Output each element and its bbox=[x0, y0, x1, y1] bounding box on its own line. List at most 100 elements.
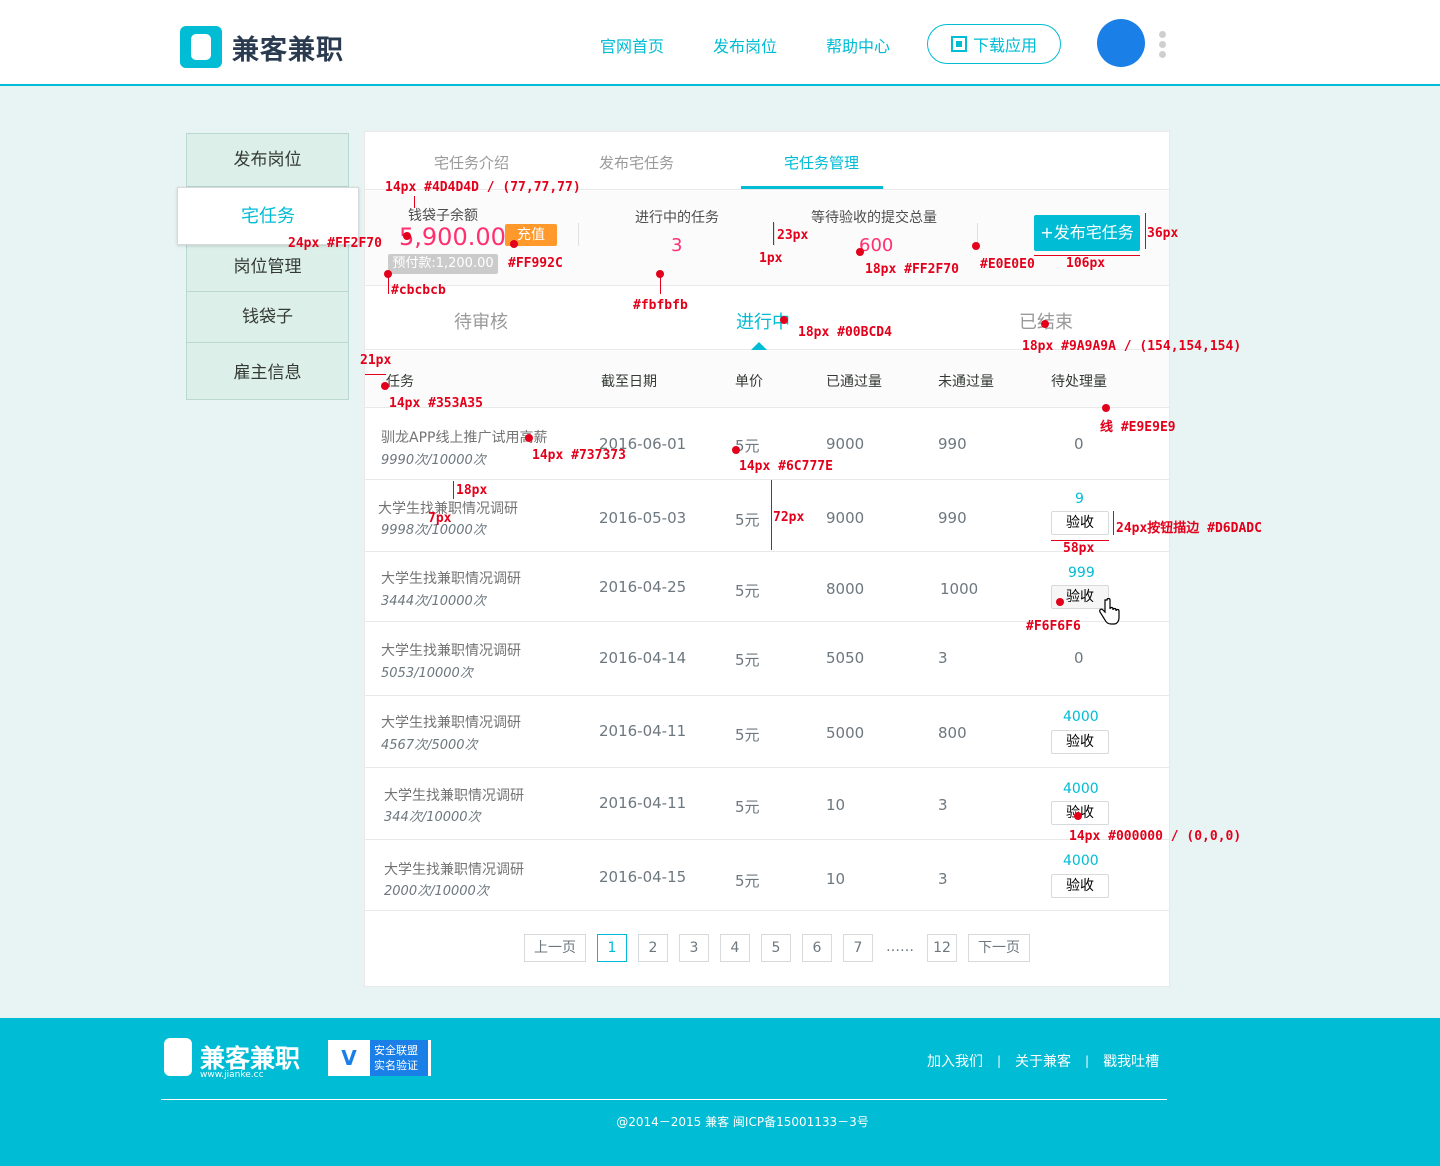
annotation: 14px #737373 bbox=[532, 448, 626, 463]
th-failed: 未通过量 bbox=[938, 374, 994, 390]
task-passed: 9000 bbox=[826, 509, 865, 527]
user-avatar[interactable] bbox=[1097, 19, 1145, 67]
separator: | bbox=[997, 1054, 1002, 1068]
annotation: #cbcbcb bbox=[391, 283, 446, 298]
hand-cursor-icon bbox=[1099, 598, 1120, 625]
annotation: 23px bbox=[777, 228, 809, 243]
balance-value: 5,900.00 bbox=[399, 223, 506, 251]
task-title[interactable]: 大学生找兼职情况调研 bbox=[381, 712, 521, 732]
task-title[interactable]: 大学生找兼职情况调研 bbox=[381, 568, 521, 588]
annotation: 72px bbox=[773, 510, 805, 525]
annotation-dot bbox=[732, 446, 740, 454]
active-subtab-caret bbox=[751, 342, 767, 350]
copyright: @2014－2015 兼客 闽ICP备15001133－3号 bbox=[616, 1115, 869, 1129]
task-price: 5元 bbox=[735, 511, 760, 529]
annotation-dot bbox=[1102, 404, 1110, 412]
next-page-button[interactable]: 下一页 bbox=[968, 934, 1030, 962]
task-title[interactable]: 大学生找兼职情况调研 bbox=[381, 640, 521, 660]
annotation-line bbox=[1145, 213, 1146, 249]
annotation: 36px bbox=[1147, 226, 1179, 241]
page-button[interactable]: 12 bbox=[927, 934, 957, 962]
page-button[interactable]: 4 bbox=[720, 934, 750, 962]
tab-task-intro[interactable]: 宅任务介绍 bbox=[434, 152, 509, 173]
download-label: 下载应用 bbox=[972, 36, 1037, 55]
sidebar-item-post-job[interactable]: 发布岗位 bbox=[187, 134, 348, 187]
annotation: #fbfbfb bbox=[633, 298, 688, 313]
footer-link-join[interactable]: 加入我们 bbox=[927, 1051, 983, 1071]
sidebar-item-employer-info[interactable]: 雇主信息 bbox=[187, 343, 348, 400]
annotation: #F6F6F6 bbox=[1026, 619, 1081, 634]
annotation: 106px bbox=[1066, 256, 1106, 271]
footer-divider bbox=[161, 1099, 1167, 1100]
site-logo[interactable]: 兼客兼职 bbox=[180, 26, 344, 68]
nav-post-job[interactable]: 发布岗位 bbox=[713, 33, 777, 57]
tab-task-management[interactable]: 宅任务管理 bbox=[784, 152, 859, 173]
page-button[interactable]: 5 bbox=[761, 934, 791, 962]
sidebar-item-wallet[interactable]: 钱袋子 bbox=[187, 292, 348, 343]
annotation: 24px按钮描边 #D6DADC bbox=[1116, 521, 1262, 536]
task-title[interactable]: 驯龙APP线上推广试用高薪 bbox=[381, 427, 547, 447]
task-pending: 0 bbox=[1074, 649, 1084, 667]
more-vertical-icon[interactable] bbox=[1159, 31, 1167, 59]
page-button[interactable]: 2 bbox=[638, 934, 668, 962]
annotation-line bbox=[1034, 255, 1140, 256]
in-progress-count: 3 bbox=[671, 235, 683, 256]
footer-link-about[interactable]: 关于兼客 bbox=[1015, 1051, 1071, 1071]
page-button[interactable]: 6 bbox=[802, 934, 832, 962]
annotation-line bbox=[1051, 540, 1109, 541]
annotation: 14px #353A35 bbox=[389, 396, 483, 411]
annotation: 1px bbox=[759, 251, 783, 266]
task-passed: 8000 bbox=[826, 580, 865, 598]
annotation-line bbox=[453, 481, 454, 499]
divider bbox=[578, 223, 579, 246]
accept-button[interactable]: 验收 bbox=[1051, 511, 1109, 535]
subtab-pending-review[interactable]: 待审核 bbox=[454, 308, 508, 334]
page-ellipsis: …… bbox=[884, 934, 916, 962]
task-title[interactable]: 大学生找兼职情况调研 bbox=[384, 859, 524, 879]
page-button[interactable]: 1 bbox=[597, 934, 627, 962]
page-button[interactable]: 7 bbox=[843, 934, 873, 962]
security-badge[interactable]: V 安全联盟 实名验证 bbox=[328, 1040, 431, 1076]
annotation-line bbox=[414, 196, 415, 208]
balance-label: 钱袋子余额 bbox=[408, 208, 478, 224]
annotation: 线 #E9E9E9 bbox=[1100, 420, 1176, 435]
accept-button[interactable]: 验收 bbox=[1051, 874, 1109, 898]
annotation: 58px bbox=[1063, 541, 1095, 556]
pending-label: 等待验收的提交总量 bbox=[811, 210, 937, 226]
task-passed: 5050 bbox=[826, 649, 865, 667]
nav-home[interactable]: 官网首页 bbox=[600, 33, 664, 57]
task-pending: 999 bbox=[1068, 565, 1095, 581]
task-passed: 10 bbox=[826, 870, 846, 888]
table-header: 任务 截至日期 单价 已通过量 未通过量 待处理量 bbox=[365, 351, 1169, 408]
table-row: 大学生找兼职情况调研 4567次/5000次 2016-04-11 5元 500… bbox=[365, 696, 1169, 768]
publish-task-button[interactable]: +发布宅任务 bbox=[1034, 215, 1140, 251]
task-deadline: 2016-04-25 bbox=[599, 578, 687, 596]
annotation-dot bbox=[972, 242, 980, 250]
footer-link-feedback[interactable]: 戳我吐槽 bbox=[1103, 1051, 1159, 1071]
nav-help-center[interactable]: 帮助中心 bbox=[826, 33, 890, 57]
table-row: 大学生找兼职情况调研 344次/10000次 2016-04-11 5元 10 … bbox=[365, 768, 1169, 840]
separator: | bbox=[1085, 1054, 1090, 1068]
sidebar: 发布岗位 岗位管理 钱袋子 雇主信息 bbox=[186, 133, 349, 400]
annotation-line bbox=[660, 274, 661, 294]
task-failed: 990 bbox=[938, 435, 967, 453]
annotation: #FF992C bbox=[508, 256, 563, 271]
annotation-dot bbox=[1056, 598, 1064, 606]
annotation: 7px bbox=[428, 511, 452, 526]
task-price: 5元 bbox=[735, 872, 760, 890]
task-price: 5元 bbox=[735, 798, 760, 816]
task-deadline: 2016-04-15 bbox=[599, 868, 687, 886]
site-header: 兼客兼职 官网首页 发布岗位 帮助中心 下载应用 bbox=[0, 0, 1440, 86]
annotation-dot bbox=[780, 316, 788, 324]
download-app-button[interactable]: 下载应用 bbox=[927, 24, 1061, 64]
task-title[interactable]: 大学生找兼职情况调研 bbox=[384, 785, 524, 805]
prev-page-button[interactable]: 上一页 bbox=[524, 934, 586, 962]
active-tab-indicator bbox=[741, 186, 883, 189]
page-button[interactable]: 3 bbox=[679, 934, 709, 962]
tab-publish-task[interactable]: 发布宅任务 bbox=[599, 152, 674, 173]
annotation-dot bbox=[381, 382, 389, 390]
task-pending: 9 bbox=[1075, 491, 1084, 507]
qr-code-icon bbox=[950, 36, 967, 52]
pagination: 上一页 1 2 3 4 5 6 7 …… 12 下一页 bbox=[524, 934, 1030, 962]
accept-button[interactable]: 验收 bbox=[1051, 730, 1109, 754]
